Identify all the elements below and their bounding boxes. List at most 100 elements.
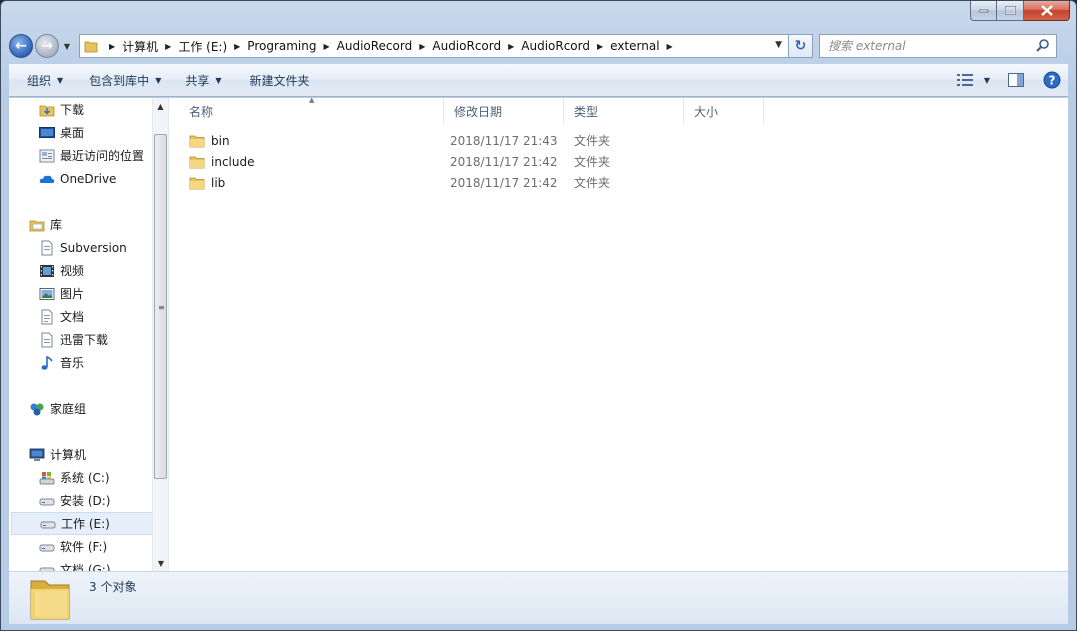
nav-item-desktop[interactable]: 桌面 [9, 121, 154, 144]
nav-item-label: 迅雷下载 [60, 333, 109, 347]
breadcrumb-external[interactable]: external [610, 39, 659, 53]
file-type: 文件夹 [574, 134, 611, 148]
nav-item-onedrive[interactable]: OneDrive [9, 167, 154, 190]
nav-item-music[interactable]: 音乐 [9, 351, 154, 374]
nav-item-label: 文档 (G:) [60, 563, 111, 571]
organize-label: 组织 [27, 73, 52, 88]
include-in-library-menu[interactable]: 包含到库中 ▼ [79, 64, 171, 97]
nav-item-drive-e[interactable]: 工作 (E:) [11, 512, 154, 535]
subversion-icon [39, 240, 55, 256]
breadcrumb-separator-icon[interactable]: ▶ [109, 42, 115, 51]
nav-item-recent-places[interactable]: 最近访问的位置 [9, 144, 154, 167]
file-date: 2018/11/17 21:42 [450, 175, 558, 190]
preview-pane-button[interactable] [996, 64, 1036, 97]
navigation-scrollbar[interactable]: ▲ ≡ ▼ [152, 98, 168, 571]
file-name: bin [211, 133, 230, 148]
search-box[interactable] [819, 34, 1057, 58]
minimize-button[interactable] [970, 1, 997, 21]
breadcrumb-separator-icon[interactable]: ▶ [323, 42, 329, 51]
search-input[interactable] [828, 39, 1028, 53]
address-bar[interactable]: ▶ 计算机 ▶ 工作 (E:) ▶ Programing ▶ AudioReco… [79, 34, 789, 58]
file-name-cell: bin [179, 134, 444, 148]
nav-item-documents[interactable]: 文档 [9, 305, 154, 328]
arrow-left-icon: ← [15, 38, 27, 54]
maximize-icon [1004, 6, 1016, 15]
nav-item-label: 图片 [60, 287, 85, 301]
nav-group-homegroup[interactable]: 家庭组 [9, 397, 154, 420]
column-header-date-modified[interactable]: 修改日期 [444, 98, 564, 124]
file-list-pane: ▲ 名称 修改日期 类型 大小 bin 2018/11/17 21:43 文件夹… [169, 96, 1068, 571]
breadcrumb-audiorecord[interactable]: AudioRecord [337, 39, 413, 53]
address-history-dropdown[interactable]: ▼ [775, 40, 782, 50]
search-icon[interactable] [1036, 38, 1050, 52]
breadcrumb-separator-icon[interactable]: ▶ [419, 42, 425, 51]
close-icon [1040, 5, 1053, 16]
breadcrumb-computer[interactable]: 计算机 [122, 38, 158, 55]
column-header-name[interactable]: ▲ 名称 [179, 96, 444, 124]
details-view-icon [957, 74, 973, 86]
scroll-up-arrow-icon[interactable]: ▲ [153, 98, 168, 114]
back-button[interactable]: ← [9, 34, 33, 58]
chevron-down-icon: ▼ [983, 75, 991, 85]
new-folder-button[interactable]: 新建文件夹 [240, 64, 320, 97]
nav-item-drive-f[interactable]: 软件 (F:) [9, 535, 154, 558]
main-area: 下载 桌面 最近访问的位置 OneDrive 库 Subversion 视频 图… [9, 96, 1068, 571]
file-type: 文件夹 [574, 176, 611, 190]
nav-item-drive-c[interactable]: 系统 (C:) [9, 466, 154, 489]
change-view-button[interactable] [952, 64, 978, 97]
nav-item-downloads[interactable]: 下载 [9, 98, 154, 121]
address-row: ← → ▼ ▶ 计算机 ▶ 工作 (E:) ▶ Programing ▶ Aud… [9, 33, 1068, 59]
scrollbar-grip-icon: ≡ [158, 303, 165, 312]
nav-group-computer[interactable]: 计算机 [9, 443, 154, 466]
refresh-button[interactable]: ↻ [789, 34, 813, 58]
breadcrumb-programing[interactable]: Programing [247, 39, 316, 53]
command-bar: 组织 ▼ 包含到库中 ▼ 共享 ▼ 新建文件夹 ▼ ? [9, 64, 1068, 97]
breadcrumb-audiorcord-1[interactable]: AudioRcord [432, 39, 501, 53]
breadcrumb-separator-icon[interactable]: ▶ [667, 42, 673, 51]
breadcrumb-audiorcord-2[interactable]: AudioRcord [521, 39, 590, 53]
nav-item-pictures[interactable]: 图片 [9, 282, 154, 305]
close-button[interactable] [1024, 1, 1070, 21]
column-header-label: 类型 [574, 104, 599, 119]
file-row[interactable]: lib 2018/11/17 21:42 文件夹 [179, 172, 684, 193]
file-date: 2018/11/17 21:42 [450, 154, 558, 169]
breadcrumb-separator-icon[interactable]: ▶ [508, 42, 514, 51]
nav-group-libraries[interactable]: 库 [9, 213, 154, 236]
scrollbar-thumb[interactable]: ≡ [154, 134, 167, 479]
breadcrumb-drive-e[interactable]: 工作 (E:) [178, 38, 227, 55]
maximize-button[interactable] [997, 1, 1024, 21]
nav-item-label: Subversion [60, 240, 127, 255]
file-row[interactable]: bin 2018/11/17 21:43 文件夹 [179, 130, 684, 151]
nav-item-subversion[interactable]: Subversion [9, 236, 154, 259]
file-row[interactable]: include 2018/11/17 21:42 文件夹 [179, 151, 684, 172]
file-name-cell: lib [179, 176, 444, 190]
breadcrumb-separator-icon[interactable]: ▶ [165, 42, 171, 51]
nav-item-drive-g[interactable]: 文档 (G:) [9, 558, 154, 571]
nav-item-videos[interactable]: 视频 [9, 259, 154, 282]
explorer-window: ← → ▼ ▶ 计算机 ▶ 工作 (E:) ▶ Programing ▶ Aud… [0, 0, 1077, 631]
desktop-icon [39, 125, 55, 141]
column-header-type[interactable]: 类型 [564, 98, 684, 124]
column-header-size[interactable]: 大小 [684, 98, 764, 124]
breadcrumb-separator-icon[interactable]: ▶ [234, 42, 240, 51]
help-button[interactable]: ? [1036, 64, 1068, 97]
nav-item-drive-d[interactable]: 安装 (D:) [9, 489, 154, 512]
folder-icon [189, 134, 205, 148]
forward-button[interactable]: → [35, 34, 59, 58]
svg-text:?: ? [1049, 74, 1056, 88]
caption-buttons [970, 1, 1070, 21]
scroll-down-arrow-icon[interactable]: ▼ [153, 555, 168, 571]
preview-pane-icon [1008, 73, 1024, 87]
nav-item-label: 安装 (D:) [60, 494, 111, 508]
more-views-dropdown[interactable]: ▼ [978, 64, 996, 97]
share-label: 共享 [185, 73, 210, 88]
nav-item-thunder-downloads[interactable]: 迅雷下载 [9, 328, 154, 351]
share-menu[interactable]: 共享 ▼ [175, 64, 231, 97]
organize-menu[interactable]: 组织 ▼ [9, 64, 73, 97]
breadcrumb-separator-icon[interactable]: ▶ [597, 42, 603, 51]
onedrive-cloud-icon [39, 171, 55, 187]
item-count: 3 个对象 [89, 580, 137, 594]
drive-icon [40, 516, 56, 532]
recent-pages-dropdown[interactable]: ▼ [61, 42, 73, 51]
